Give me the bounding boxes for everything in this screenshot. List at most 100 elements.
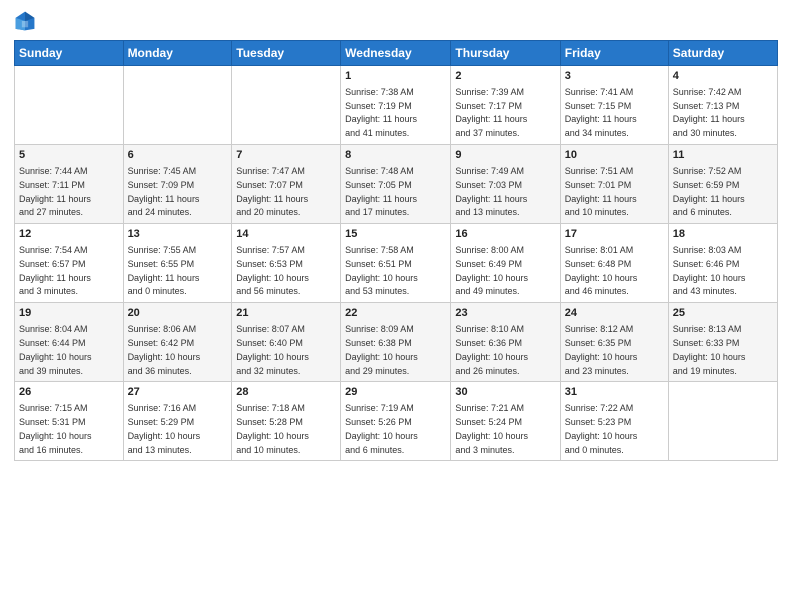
day-number: 5: [19, 148, 119, 163]
day-info: Sunrise: 7:45 AM Sunset: 7:09 PM Dayligh…: [128, 166, 200, 217]
day-info: Sunrise: 7:41 AM Sunset: 7:15 PM Dayligh…: [565, 87, 637, 138]
calendar-week-row: 5 Sunrise: 7:44 AM Sunset: 7:11 PM Daylig…: [15, 145, 778, 224]
day-number: 31: [565, 385, 664, 400]
col-saturday: Saturday: [668, 41, 777, 66]
day-info: Sunrise: 8:10 AM Sunset: 6:36 PM Dayligh…: [455, 324, 528, 375]
day-info: Sunrise: 8:03 AM Sunset: 6:46 PM Dayligh…: [673, 245, 746, 296]
day-info: Sunrise: 7:21 AM Sunset: 5:24 PM Dayligh…: [455, 403, 528, 454]
day-number: 10: [565, 148, 664, 163]
day-number: 29: [345, 385, 446, 400]
calendar-cell: 30 Sunrise: 7:21 AM Sunset: 5:24 PM Dayli…: [451, 382, 560, 461]
day-info: Sunrise: 8:01 AM Sunset: 6:48 PM Dayligh…: [565, 245, 638, 296]
page: Sunday Monday Tuesday Wednesday Thursday…: [0, 0, 792, 612]
day-info: Sunrise: 7:47 AM Sunset: 7:07 PM Dayligh…: [236, 166, 308, 217]
calendar-cell: 23 Sunrise: 8:10 AM Sunset: 6:36 PM Dayli…: [451, 303, 560, 382]
day-number: 17: [565, 227, 664, 242]
calendar-cell: 5 Sunrise: 7:44 AM Sunset: 7:11 PM Daylig…: [15, 145, 124, 224]
calendar-cell: 28 Sunrise: 7:18 AM Sunset: 5:28 PM Dayli…: [232, 382, 341, 461]
calendar-cell: 24 Sunrise: 8:12 AM Sunset: 6:35 PM Dayli…: [560, 303, 668, 382]
day-info: Sunrise: 7:49 AM Sunset: 7:03 PM Dayligh…: [455, 166, 527, 217]
calendar-table: Sunday Monday Tuesday Wednesday Thursday…: [14, 40, 778, 461]
day-number: 26: [19, 385, 119, 400]
day-number: 30: [455, 385, 555, 400]
calendar-cell: 2Sunrise: 7:39 AM Sunset: 7:17 PM Daylig…: [451, 66, 560, 145]
calendar-cell: 18 Sunrise: 8:03 AM Sunset: 6:46 PM Dayli…: [668, 224, 777, 303]
calendar-cell: 20Sunrise: 8:06 AM Sunset: 6:42 PM Dayli…: [123, 303, 232, 382]
calendar-week-row: 19 Sunrise: 8:04 AM Sunset: 6:44 PM Dayli…: [15, 303, 778, 382]
calendar-cell: 4 Sunrise: 7:42 AM Sunset: 7:13 PM Daylig…: [668, 66, 777, 145]
day-number: 23: [455, 306, 555, 321]
day-info: Sunrise: 7:42 AM Sunset: 7:13 PM Dayligh…: [673, 87, 745, 138]
calendar-week-row: 26 Sunrise: 7:15 AM Sunset: 5:31 PM Dayli…: [15, 382, 778, 461]
calendar-cell: 21 Sunrise: 8:07 AM Sunset: 6:40 PM Dayli…: [232, 303, 341, 382]
day-number: 18: [673, 227, 773, 242]
day-info: Sunrise: 8:09 AM Sunset: 6:38 PM Dayligh…: [345, 324, 418, 375]
day-info: Sunrise: 7:22 AM Sunset: 5:23 PM Dayligh…: [565, 403, 638, 454]
day-number: 28: [236, 385, 336, 400]
day-info: Sunrise: 8:04 AM Sunset: 6:44 PM Dayligh…: [19, 324, 92, 375]
calendar-cell: 19 Sunrise: 8:04 AM Sunset: 6:44 PM Dayli…: [15, 303, 124, 382]
day-number: 16: [455, 227, 555, 242]
day-number: 12: [19, 227, 119, 242]
calendar-cell: 17 Sunrise: 8:01 AM Sunset: 6:48 PM Dayli…: [560, 224, 668, 303]
day-number: 19: [19, 306, 119, 321]
day-info: Sunrise: 8:07 AM Sunset: 6:40 PM Dayligh…: [236, 324, 309, 375]
day-number: 8: [345, 148, 446, 163]
day-info: Sunrise: 8:06 AM Sunset: 6:42 PM Dayligh…: [128, 324, 201, 375]
col-sunday: Sunday: [15, 41, 124, 66]
calendar-cell: 29 Sunrise: 7:19 AM Sunset: 5:26 PM Dayli…: [341, 382, 451, 461]
day-number: 3: [565, 69, 664, 84]
calendar-cell: 31 Sunrise: 7:22 AM Sunset: 5:23 PM Dayli…: [560, 382, 668, 461]
calendar-cell: 16 Sunrise: 8:00 AM Sunset: 6:49 PM Dayli…: [451, 224, 560, 303]
calendar-cell: 6 Sunrise: 7:45 AM Sunset: 7:09 PM Daylig…: [123, 145, 232, 224]
day-number: 21: [236, 306, 336, 321]
day-info: Sunrise: 7:51 AM Sunset: 7:01 PM Dayligh…: [565, 166, 637, 217]
day-info: Sunrise: 7:16 AM Sunset: 5:29 PM Dayligh…: [128, 403, 201, 454]
calendar-cell: [232, 66, 341, 145]
logo-icon: [14, 10, 36, 32]
day-number: 6: [128, 148, 228, 163]
day-number: 24: [565, 306, 664, 321]
calendar-cell: 7Sunrise: 7:47 AM Sunset: 7:07 PM Daylig…: [232, 145, 341, 224]
day-info: Sunrise: 8:12 AM Sunset: 6:35 PM Dayligh…: [565, 324, 638, 375]
calendar-cell: [123, 66, 232, 145]
day-info: Sunrise: 8:13 AM Sunset: 6:33 PM Dayligh…: [673, 324, 746, 375]
calendar-cell: 9Sunrise: 7:49 AM Sunset: 7:03 PM Daylig…: [451, 145, 560, 224]
header: [14, 10, 778, 34]
day-number: 15: [345, 227, 446, 242]
calendar-header-row: Sunday Monday Tuesday Wednesday Thursday…: [15, 41, 778, 66]
calendar-cell: 8 Sunrise: 7:48 AM Sunset: 7:05 PM Daylig…: [341, 145, 451, 224]
day-info: Sunrise: 7:18 AM Sunset: 5:28 PM Dayligh…: [236, 403, 309, 454]
calendar-cell: 1Sunrise: 7:38 AM Sunset: 7:19 PM Daylig…: [341, 66, 451, 145]
calendar-cell: 10 Sunrise: 7:51 AM Sunset: 7:01 PM Dayli…: [560, 145, 668, 224]
calendar-cell: [668, 382, 777, 461]
day-number: 4: [673, 69, 773, 84]
logo: [14, 10, 38, 34]
calendar-cell: 15Sunrise: 7:58 AM Sunset: 6:51 PM Dayli…: [341, 224, 451, 303]
calendar-week-row: 1Sunrise: 7:38 AM Sunset: 7:19 PM Daylig…: [15, 66, 778, 145]
day-info: Sunrise: 7:39 AM Sunset: 7:17 PM Dayligh…: [455, 87, 527, 138]
calendar-cell: 22 Sunrise: 8:09 AM Sunset: 6:38 PM Dayli…: [341, 303, 451, 382]
day-number: 22: [345, 306, 446, 321]
day-info: Sunrise: 7:48 AM Sunset: 7:05 PM Dayligh…: [345, 166, 417, 217]
calendar-cell: 3 Sunrise: 7:41 AM Sunset: 7:15 PM Daylig…: [560, 66, 668, 145]
calendar-week-row: 12 Sunrise: 7:54 AM Sunset: 6:57 PM Dayli…: [15, 224, 778, 303]
day-number: 11: [673, 148, 773, 163]
col-thursday: Thursday: [451, 41, 560, 66]
day-info: Sunrise: 8:00 AM Sunset: 6:49 PM Dayligh…: [455, 245, 528, 296]
calendar-cell: [15, 66, 124, 145]
calendar-cell: 26 Sunrise: 7:15 AM Sunset: 5:31 PM Dayli…: [15, 382, 124, 461]
day-info: Sunrise: 7:55 AM Sunset: 6:55 PM Dayligh…: [128, 245, 200, 296]
day-number: 13: [128, 227, 228, 242]
day-number: 25: [673, 306, 773, 321]
day-info: Sunrise: 7:19 AM Sunset: 5:26 PM Dayligh…: [345, 403, 418, 454]
calendar-cell: 27Sunrise: 7:16 AM Sunset: 5:29 PM Dayli…: [123, 382, 232, 461]
col-tuesday: Tuesday: [232, 41, 341, 66]
day-info: Sunrise: 7:44 AM Sunset: 7:11 PM Dayligh…: [19, 166, 91, 217]
col-monday: Monday: [123, 41, 232, 66]
day-number: 14: [236, 227, 336, 242]
day-info: Sunrise: 7:15 AM Sunset: 5:31 PM Dayligh…: [19, 403, 92, 454]
calendar-cell: 13 Sunrise: 7:55 AM Sunset: 6:55 PM Dayli…: [123, 224, 232, 303]
calendar-cell: 14Sunrise: 7:57 AM Sunset: 6:53 PM Dayli…: [232, 224, 341, 303]
day-info: Sunrise: 7:54 AM Sunset: 6:57 PM Dayligh…: [19, 245, 91, 296]
